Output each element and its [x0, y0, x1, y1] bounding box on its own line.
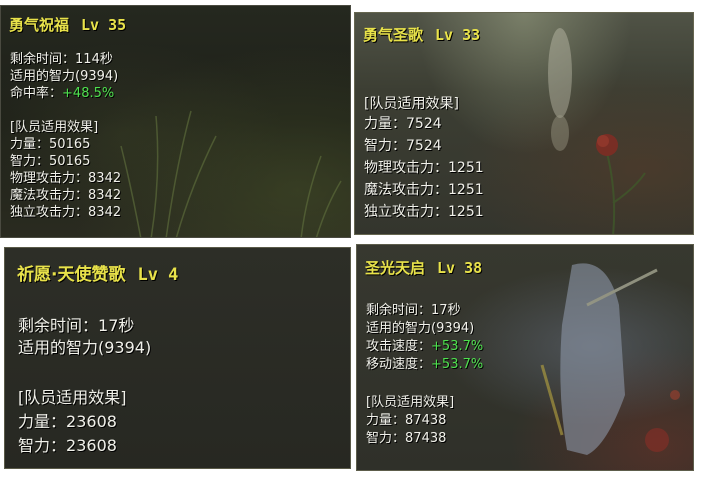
stat-value: 7524 — [406, 116, 442, 132]
stat-label: 力量 — [364, 116, 392, 132]
stat-label: 力量 — [366, 413, 393, 428]
stat-value: 1251 — [448, 182, 484, 198]
intelligence-note: 适用的智力(9394) — [18, 338, 152, 357]
stat-line: 移动速度：+53.7% — [366, 357, 484, 372]
stat-value-bonus: +48.5% — [62, 86, 115, 101]
stat-label: 独立攻击力 — [10, 205, 76, 220]
stat-label: 物理攻击力 — [364, 160, 434, 176]
skill-name: 祈愿·天使赞歌 — [17, 265, 126, 285]
stat-value: 23608 — [66, 412, 117, 431]
party-effect-header: [队员适用效果] — [18, 388, 127, 407]
party-effect-header: [队员适用效果] — [364, 96, 459, 112]
stat-label: 独立攻击力 — [364, 204, 434, 220]
stat-label: 攻击速度 — [366, 339, 419, 354]
skill-level: Lv 38 — [437, 259, 483, 277]
stat-label: 剩余时间 — [18, 316, 83, 335]
stat-value: 23608 — [66, 436, 117, 455]
stat-line: 独立攻击力：1251 — [364, 204, 484, 220]
stat-value: 1251 — [448, 160, 484, 176]
stat-value: 7524 — [406, 138, 442, 154]
stat-line: 剩余时间：17秒 — [18, 316, 135, 335]
stat-value: 8342 — [88, 205, 122, 220]
stat-line: 命中率：+48.5% — [10, 86, 115, 101]
stat-value: 1251 — [448, 204, 484, 220]
stat-label: 剩余时间 — [366, 303, 419, 318]
stat-value: 17秒 — [98, 316, 135, 335]
stat-line: 智力：87438 — [366, 431, 447, 446]
stat-line: 物理攻击力：1251 — [364, 160, 484, 176]
stat-line: 智力：7524 — [364, 138, 442, 154]
skill-level: Lv 35 — [81, 16, 127, 34]
stat-value: 87438 — [405, 431, 447, 446]
skill-level: Lv 33 — [435, 26, 481, 44]
skill-level: Lv 4 — [137, 265, 179, 285]
skill-title: 祈愿·天使赞歌 Lv 4 — [17, 260, 178, 285]
stat-value-bonus: +53.7% — [431, 339, 484, 354]
stat-label: 力量 — [18, 412, 51, 431]
stat-line: 魔法攻击力：1251 — [364, 182, 484, 198]
stat-label: 移动速度 — [366, 357, 419, 372]
skill-title: 圣光天启 Lv 38 — [365, 257, 482, 278]
stat-line: 独立攻击力：8342 — [10, 205, 122, 220]
stat-label: 命中率 — [10, 86, 50, 101]
skill-title: 勇气圣歌 Lv 33 — [363, 24, 480, 45]
stat-label: 智力 — [366, 431, 393, 446]
stat-line: 攻击速度：+53.7% — [366, 339, 484, 354]
intelligence-note: 适用的智力(9394) — [366, 321, 475, 336]
skill-title: 勇气祝福 Lv 35 — [9, 14, 126, 35]
stat-label: 智力 — [364, 138, 392, 154]
stat-line: 剩余时间：17秒 — [366, 303, 461, 318]
party-effect-header: [队员适用效果] — [366, 395, 455, 410]
stat-value: 87438 — [405, 413, 447, 428]
skill-name: 勇气祝福 — [9, 16, 70, 34]
buff-tooltip-angel-hymn: 祈愿·天使赞歌 Lv 4 剩余时间：17秒 适用的智力(9394) [队员适用效果… — [4, 247, 351, 469]
buff-tooltip-courage-hymn: 勇气圣歌 Lv 33 [队员适用效果] 力量：7524 智力：7524 物理攻击力… — [354, 12, 694, 235]
skill-name: 圣光天启 — [365, 259, 426, 277]
stat-label: 魔法攻击力 — [364, 182, 434, 198]
stat-line: 力量：23608 — [18, 412, 117, 431]
stat-value-bonus: +53.7% — [431, 357, 484, 372]
skill-name: 勇气圣歌 — [363, 26, 424, 44]
stat-label: 智力 — [18, 436, 51, 455]
buff-tooltip-holy-revelation: 圣光天启 Lv 38 剩余时间：17秒 适用的智力(9394) 攻击速度：+53.… — [356, 244, 694, 471]
buff-tooltip-courage-blessing: 勇气祝福 Lv 35 剩余时间：114秒 适用的智力(9394) 命中率：+48.… — [0, 5, 351, 238]
stat-line: 力量：87438 — [366, 413, 447, 428]
stat-value: 17秒 — [431, 303, 461, 318]
stat-line: 力量：7524 — [364, 116, 442, 132]
stat-line: 智力：23608 — [18, 436, 117, 455]
